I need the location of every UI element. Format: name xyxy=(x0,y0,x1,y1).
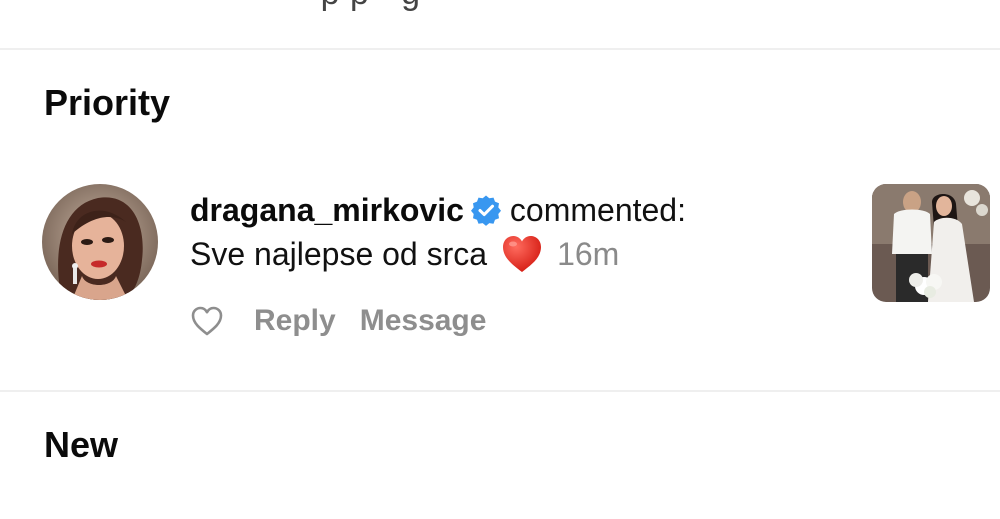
username-link[interactable]: dragana_mirkovic xyxy=(190,188,464,232)
notification-actions: Reply Message xyxy=(190,304,486,338)
section-divider xyxy=(0,390,1000,392)
new-section-title: New xyxy=(44,424,119,465)
priority-section-title: Priority xyxy=(44,82,171,123)
avatar[interactable] xyxy=(42,184,158,300)
reply-button[interactable]: Reply xyxy=(254,304,336,338)
previous-notification-text: · · · · · · p p · g · · · xyxy=(190,0,486,13)
verified-badge-icon xyxy=(470,194,502,226)
heart-outline-icon[interactable] xyxy=(190,305,224,337)
action-text: commented: xyxy=(509,192,686,228)
notification-line-2: Sve najlepse od srca 16m xyxy=(190,232,830,276)
post-thumbnail-image xyxy=(872,184,990,302)
section-divider xyxy=(0,48,1000,50)
notifications-page: · · · · · · p p · g · · · Priority xyxy=(0,0,1000,519)
red-heart-emoji-icon xyxy=(501,234,543,274)
avatar-image xyxy=(42,184,158,300)
post-thumbnail[interactable] xyxy=(872,184,990,302)
notification-line-1: dragana_mirkovic commented: xyxy=(190,188,830,232)
timestamp: 16m xyxy=(557,236,620,272)
comment-text: Sve najlepse od srca xyxy=(190,236,488,272)
notification-text: dragana_mirkovic commented: Sve najlepse… xyxy=(190,188,830,276)
message-button[interactable]: Message xyxy=(360,304,487,338)
